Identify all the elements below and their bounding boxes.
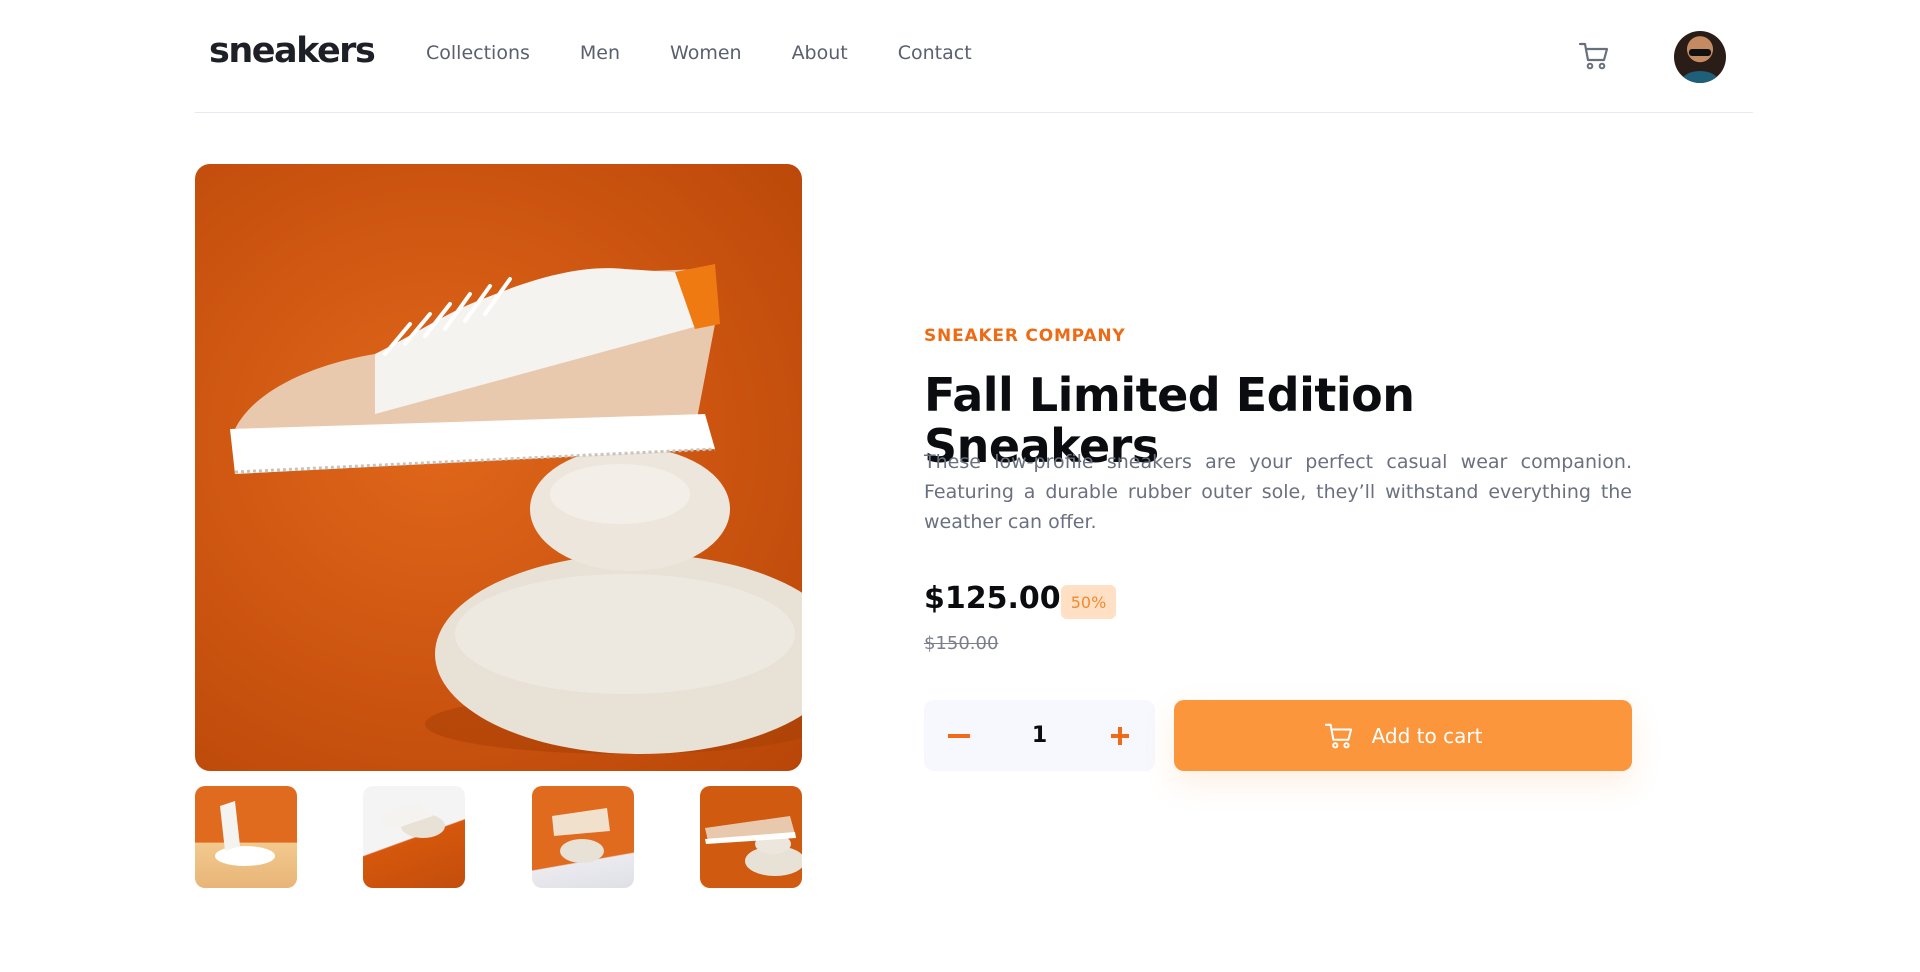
cart-icon[interactable] <box>1578 41 1610 71</box>
original-price: $150.00 <box>924 633 999 654</box>
main-nav: Collections Men Women About Contact <box>426 44 1022 63</box>
discount-badge: 50% <box>1061 585 1116 619</box>
quantity-stepper: 1 <box>924 700 1155 771</box>
cart-icon <box>1324 723 1352 748</box>
add-to-cart-label: Add to cart <box>1371 723 1483 748</box>
avatar[interactable] <box>1674 31 1726 83</box>
site-header: sneakers Collections Men Women About Con… <box>195 0 1753 113</box>
nav-about[interactable]: About <box>792 44 848 63</box>
logo[interactable]: sneakers <box>209 34 376 69</box>
plus-icon <box>1111 726 1129 745</box>
avatar-glasses <box>1689 49 1711 56</box>
product-description: These low-profile sneakers are your perf… <box>924 451 1632 533</box>
nav-men[interactable]: Men <box>580 44 620 63</box>
minus-icon <box>948 733 970 738</box>
quantity-value: 1 <box>1031 723 1048 748</box>
nav-contact[interactable]: Contact <box>898 44 972 63</box>
thumbnail-4[interactable] <box>700 786 802 888</box>
thumbnail-1[interactable] <box>195 786 297 888</box>
main-product-image[interactable] <box>195 164 802 771</box>
thumbnail-strip <box>195 786 802 888</box>
thumbnail-3[interactable] <box>532 786 634 888</box>
nav-collections[interactable]: Collections <box>426 44 530 63</box>
thumbnail-2[interactable] <box>363 786 465 888</box>
company-label: SNEAKER COMPANY <box>924 326 1126 346</box>
decrease-quantity-button[interactable] <box>924 700 994 771</box>
add-to-cart-button[interactable]: Add to cart <box>1174 700 1632 771</box>
nav-women[interactable]: Women <box>670 44 742 63</box>
increase-quantity-button[interactable] <box>1085 700 1155 771</box>
current-price: $125.00 <box>924 581 1061 616</box>
avatar-shirt <box>1682 71 1718 83</box>
